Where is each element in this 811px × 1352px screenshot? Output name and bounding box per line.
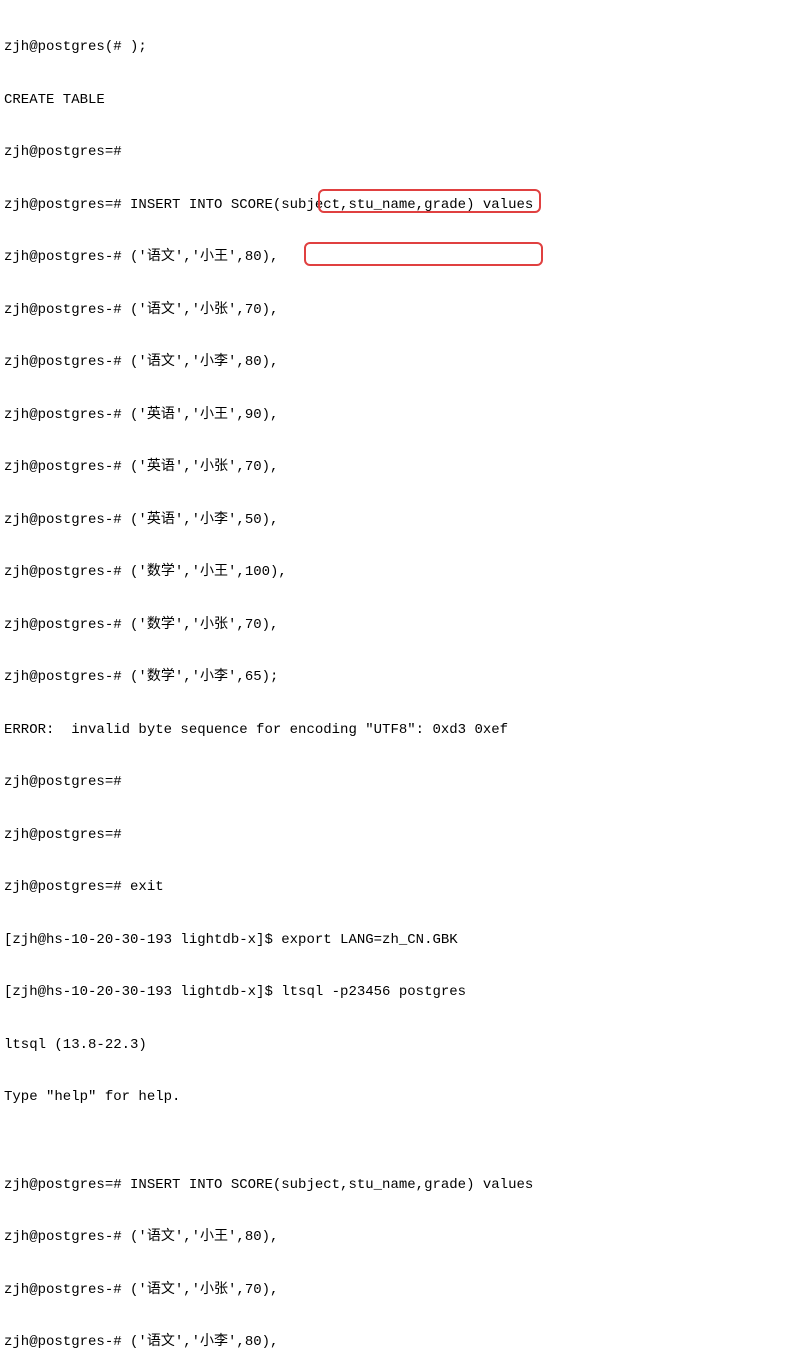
terminal-line: Type "help" for help.: [4, 1089, 807, 1107]
terminal-line: zjh@postgres=# INSERT INTO SCORE(subject…: [4, 197, 807, 215]
terminal-line: zjh@postgres-# ('数学','小张',70),: [4, 617, 807, 635]
terminal-line: zjh@postgres-# ('语文','小李',80),: [4, 1334, 807, 1352]
terminal-line: zjh@postgres-# ('语文','小李',80),: [4, 354, 807, 372]
terminal-line: zjh@postgres-# ('英语','小王',90),: [4, 407, 807, 425]
terminal-output[interactable]: zjh@postgres(# ); CREATE TABLE zjh@postg…: [4, 4, 807, 1352]
terminal-line: zjh@postgres-# ('语文','小王',80),: [4, 249, 807, 267]
terminal-line: zjh@postgres=#: [4, 774, 807, 792]
terminal-line: zjh@postgres-# ('语文','小张',70),: [4, 1282, 807, 1300]
terminal-line-shell: [zjh@hs-10-20-30-193 lightdb-x]$ export …: [4, 932, 807, 950]
terminal-line: zjh@postgres(# );: [4, 39, 807, 57]
terminal-line: zjh@postgres-# ('数学','小李',65);: [4, 669, 807, 687]
terminal-line: zjh@postgres=# exit: [4, 879, 807, 897]
terminal-line: zjh@postgres=#: [4, 827, 807, 845]
terminal-line: zjh@postgres-# ('语文','小张',70),: [4, 302, 807, 320]
terminal-line: ltsql (13.8-22.3): [4, 1037, 807, 1055]
terminal-line: zjh@postgres-# ('英语','小张',70),: [4, 459, 807, 477]
terminal-line: zjh@postgres-# ('数学','小王',100),: [4, 564, 807, 582]
terminal-line-error: ERROR: invalid byte sequence for encodin…: [4, 722, 807, 740]
terminal-line: zjh@postgres=# INSERT INTO SCORE(subject…: [4, 1177, 807, 1195]
terminal-line: zjh@postgres-# ('英语','小李',50),: [4, 512, 807, 530]
terminal-line: zjh@postgres=#: [4, 144, 807, 162]
terminal-line-shell: [zjh@hs-10-20-30-193 lightdb-x]$ ltsql -…: [4, 984, 807, 1002]
terminal-line: CREATE TABLE: [4, 92, 807, 110]
terminal-line: zjh@postgres-# ('语文','小王',80),: [4, 1229, 807, 1247]
